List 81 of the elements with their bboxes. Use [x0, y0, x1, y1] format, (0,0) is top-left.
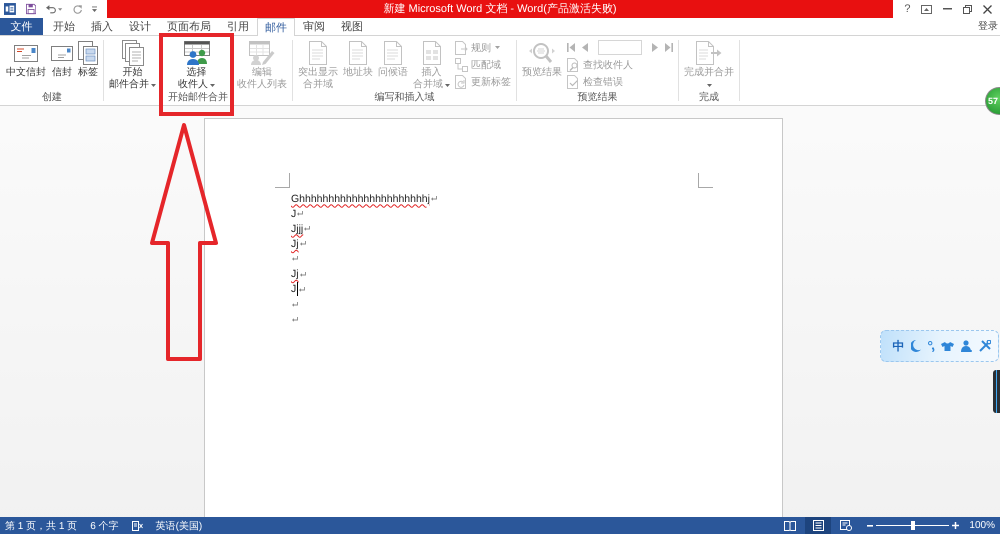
word-count[interactable]: 6 个字 [90, 518, 119, 532]
app-icon[interactable] [4, 2, 16, 16]
document-text: J [291, 208, 296, 220]
group-label: 开始邮件合并 [168, 92, 228, 105]
document-text: Jj [291, 238, 299, 250]
envelope-icon [14, 44, 38, 62]
restore-icon[interactable] [962, 4, 972, 14]
ribbon-button[interactable]: 中文信封 [4, 38, 48, 80]
document-text: Jj [291, 268, 299, 280]
corner-mark [698, 173, 713, 188]
redo-icon[interactable] [72, 4, 82, 14]
ribbon-button[interactable]: 开始 邮件合并 [107, 38, 158, 92]
tools-icon[interactable] [978, 340, 991, 352]
document-arrow-icon [455, 40, 468, 54]
check-document-icon [567, 74, 580, 88]
ribbon-tab[interactable]: 开始 [45, 18, 83, 35]
window-title: 新建 Microsoft Word 文档 - Word(产品激活失败) [383, 2, 617, 16]
documents-icon [122, 40, 144, 66]
table-pencil-icon [249, 41, 275, 65]
person-icon[interactable] [960, 340, 972, 352]
caret-icon [445, 84, 450, 86]
web-page-icon [840, 520, 852, 531]
help-button[interactable]: ? [904, 3, 910, 15]
refresh-document-icon [455, 74, 468, 88]
ribbon-button[interactable]: 标签 [76, 38, 100, 80]
page-count[interactable]: 第 1 页，共 1 页 [5, 518, 78, 532]
slider-thumb[interactable] [910, 521, 915, 530]
file-tab[interactable]: 文件 [0, 18, 43, 35]
view-button[interactable] [805, 517, 832, 534]
ribbon-tab[interactable]: 设计 [121, 18, 159, 35]
moon-icon[interactable] [910, 340, 921, 352]
caret-icon [210, 84, 215, 86]
close-icon[interactable] [982, 4, 992, 14]
caret-icon [151, 84, 156, 86]
ribbon-tab[interactable]: 引用 [219, 18, 257, 35]
document-text: J [291, 283, 296, 296]
punctuation-icon[interactable] [928, 340, 935, 352]
people-icon [184, 41, 210, 65]
language-status[interactable]: 英语(美国) [156, 518, 202, 532]
ribbon-button[interactable]: 信封 [49, 38, 75, 80]
group-label: 预览结果 [578, 92, 618, 105]
document-grid-icon [422, 41, 440, 65]
envelope-icon [51, 46, 73, 60]
minimize-icon[interactable] [943, 8, 952, 10]
save-icon[interactable] [26, 3, 36, 15]
corner-mark [275, 173, 290, 188]
input-mode-toggle[interactable]: 中 [892, 339, 904, 353]
page-icon [812, 520, 824, 531]
search-icon [567, 58, 580, 72]
caret-icon [707, 84, 712, 86]
magnifier-icon [529, 42, 555, 64]
ribbon-options-icon[interactable] [921, 4, 932, 14]
linked-squares-icon [455, 58, 468, 72]
group-label: 创建 [42, 92, 62, 105]
proofing-icon[interactable] [132, 520, 143, 530]
shirt-icon[interactable] [941, 342, 954, 350]
ribbon-tab[interactable]: 审阅 [295, 18, 333, 35]
document-icon [384, 41, 402, 65]
zoom-in-icon[interactable] [952, 522, 960, 529]
paragraph-mark-icon [299, 286, 306, 292]
ribbon-tab[interactable]: 页面布局 [159, 18, 219, 35]
document-text: Jjjj [291, 222, 304, 235]
customize-icon[interactable] [92, 6, 97, 12]
group-label: 编写和插入域 [374, 92, 434, 105]
side-widget [993, 370, 1000, 413]
undo-icon[interactable] [46, 4, 56, 14]
ribbon-button[interactable]: 选择 收件人 [176, 38, 217, 92]
document-text: Ghhhhhhhhhhhhhhhhhhhhhhj [291, 192, 430, 205]
open-book-icon [784, 520, 796, 530]
sign-in-link[interactable]: 登录 [978, 18, 1000, 35]
caret-icon [495, 46, 500, 49]
document-arrow-icon [696, 41, 722, 65]
caret-icon[interactable] [58, 8, 63, 10]
ribbon-tab[interactable]: 插入 [83, 18, 121, 35]
ribbon-tab[interactable]: 视图 [333, 18, 371, 35]
label-sheet-icon [78, 41, 98, 65]
zoom-level[interactable]: 100% [969, 520, 1000, 531]
ribbon-tab[interactable]: 邮件 [257, 18, 295, 36]
group-label: 完成 [699, 92, 719, 105]
document-icon [349, 41, 367, 65]
document-icon [309, 41, 327, 65]
